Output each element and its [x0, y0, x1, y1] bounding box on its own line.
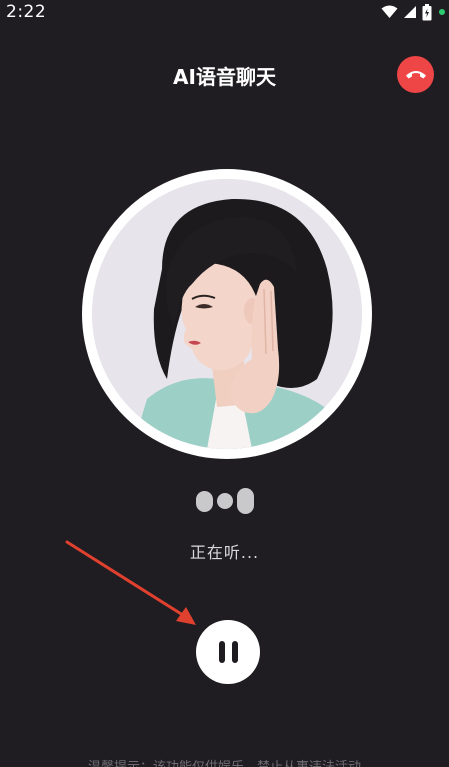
- wifi-icon: [381, 5, 398, 19]
- battery-icon: [422, 3, 432, 21]
- phone-hangup-icon: [405, 65, 427, 84]
- status-bar: 2:22: [0, 0, 449, 24]
- pause-button[interactable]: [196, 620, 260, 684]
- page-title: AI语音聊天: [173, 65, 276, 89]
- voice-bar: [196, 490, 213, 512]
- footer-notice: 温馨提示：该功能仅供娱乐，禁止从事违法活动: [0, 756, 449, 767]
- ai-avatar-portrait: [92, 179, 362, 449]
- voice-bar: [217, 493, 233, 509]
- voice-bar: [237, 488, 254, 514]
- notification-dot: [439, 9, 445, 15]
- avatar: [82, 169, 372, 459]
- hangup-button[interactable]: [397, 56, 434, 93]
- status-time: 2:22: [6, 2, 47, 22]
- listening-status: 正在听...: [189, 543, 260, 562]
- status-icons: [381, 3, 445, 21]
- signal-icon: [403, 5, 417, 19]
- pause-icon: [218, 641, 225, 663]
- pause-icon: [231, 641, 238, 663]
- voice-activity-indicator: [196, 487, 254, 515]
- voice-chat-screen: 2:22 AI语音聊天 正在听...: [0, 0, 449, 767]
